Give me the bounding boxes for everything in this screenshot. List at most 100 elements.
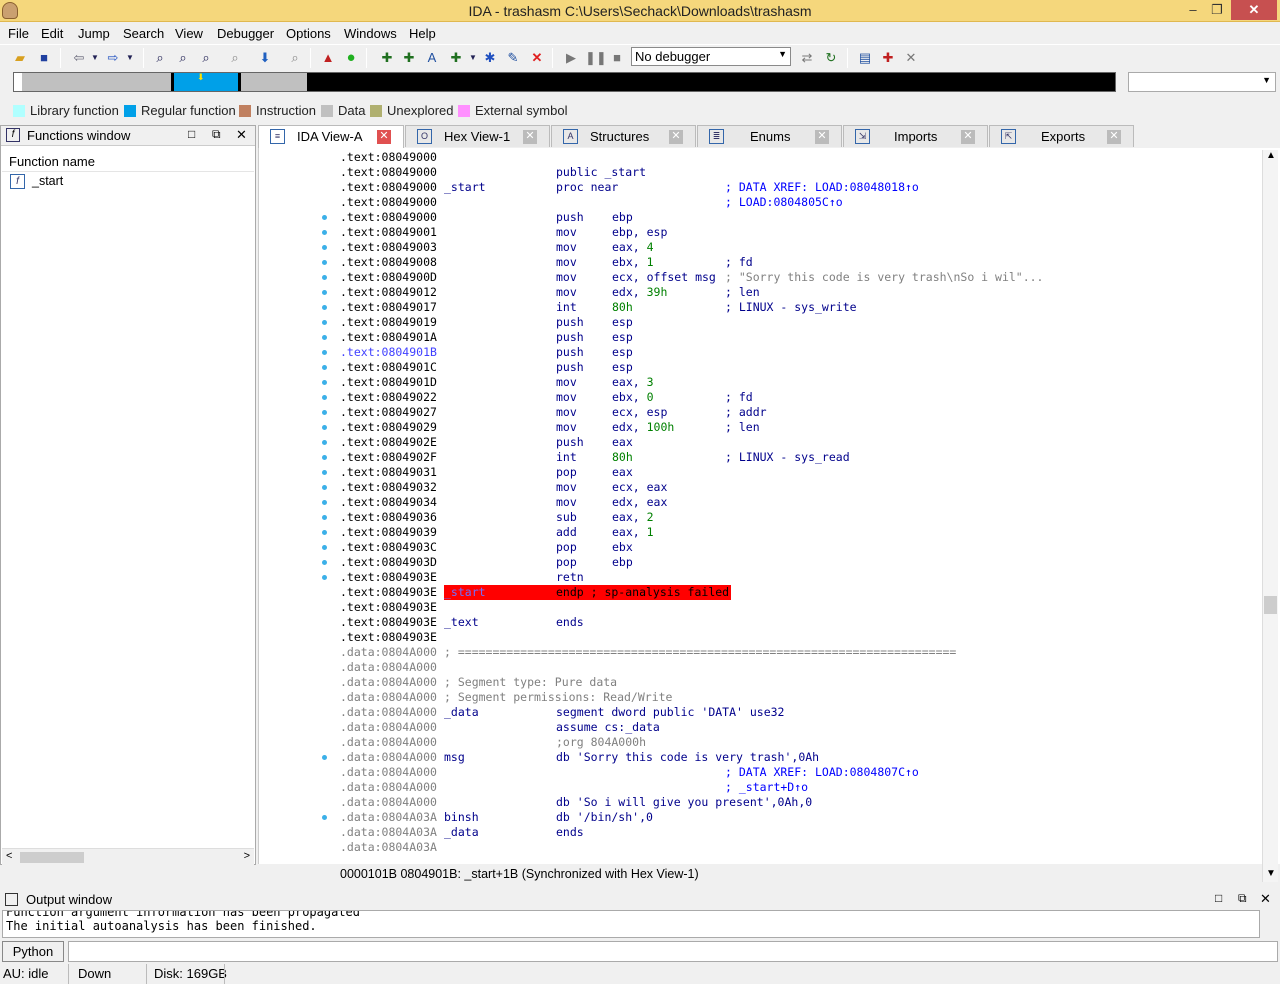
struct-dropdown-icon[interactable]: ▼ [464,49,482,67]
code-line[interactable]: .text:0804903D pop ebp [340,555,1260,570]
menu-edit[interactable]: Edit [41,26,63,41]
restore-icon[interactable]: □ [188,127,195,141]
function-name-column-header[interactable]: Function name [2,152,254,172]
code-line[interactable]: .text:0804903E _text ends [340,615,1260,630]
menu-file[interactable]: File [8,26,29,41]
open-icon[interactable]: ▰ [11,49,29,67]
code-line[interactable]: .data:0804A03A _data ends [340,825,1260,840]
code-line[interactable]: .text:08049032 mov ecx, eax [340,480,1260,495]
code-line[interactable]: .text:08049017 int 80h ; LINUX - sys_write [340,300,1260,315]
menu-windows[interactable]: Windows [344,26,397,41]
green-circle-icon[interactable]: ● [342,49,360,67]
delete-breakpoint-icon[interactable]: ✕ [902,49,920,67]
search-text-icon[interactable]: ⌕ [174,49,192,67]
code-line[interactable]: .text:0804901B push esp [340,345,1260,360]
scroll-thumb[interactable] [20,852,84,863]
code-line[interactable]: .text:08049000 _start proc near ; DATA XREF… [340,180,1260,195]
tab-hex-view-1[interactable]: O Hex View-1 ✕ [405,125,550,147]
code-line[interactable]: .text:08049012 mov edx, 39h ; len [340,285,1260,300]
code-line[interactable]: .text:08049000 [340,150,1260,165]
code-line[interactable]: .text:08049034 mov edx, eax [340,495,1260,510]
code-line[interactable]: .text:08049001 mov ebp, esp [340,225,1260,240]
tab-exports[interactable]: ⇱ Exports ✕ [989,125,1134,147]
code-line[interactable]: .data:0804A000 ;org 804A000h [340,735,1260,750]
attach-icon[interactable]: ⇄ [798,49,816,67]
code-line[interactable]: .text:08049019 push esp [340,315,1260,330]
search-immediate-icon[interactable]: ⌕ [197,49,215,67]
code-line[interactable]: .text:08049036 sub eax, 2 [340,510,1260,525]
close-tab-icon[interactable]: ✕ [1107,130,1121,144]
tab-imports[interactable]: ⇲ Imports ✕ [843,125,988,147]
create-function-icon[interactable]: ✚ [378,49,396,67]
back-dropdown-icon[interactable]: ▼ [86,49,104,67]
save-icon[interactable]: ■ [35,49,53,67]
tab-structures[interactable]: A Structures ✕ [551,125,696,147]
function-list-item[interactable]: f _start [2,173,254,191]
code-line[interactable]: .text:0804900D mov ecx, offset msg ; "Sorry… [340,270,1260,285]
code-line[interactable]: .text:0804901A push esp [340,330,1260,345]
step-icon[interactable]: ↻ [822,49,840,67]
menu-help[interactable]: Help [409,26,436,41]
code-line[interactable]: .text:08049000 ; LOAD:0804805C↑o [340,195,1260,210]
run-icon[interactable]: ▶ [562,49,580,67]
menu-search[interactable]: Search [123,26,164,41]
close-icon[interactable]: ✕ [1260,891,1271,907]
forward-dropdown-icon[interactable]: ▼ [121,49,139,67]
tab-ida-view-a[interactable]: ≡ IDA View-A ✕ [258,125,404,149]
code-line[interactable]: .text:0804903E [340,600,1260,615]
code-line[interactable]: .text:08049022 mov ebx, 0 ; fd [340,390,1260,405]
disassembly-vscrollbar[interactable]: ▲ ▼ [1262,150,1278,882]
code-line[interactable]: .text:0804903C pop ebx [340,540,1260,555]
code-line[interactable]: .text:08049031 pop eax [340,465,1260,480]
search-binary-icon[interactable]: ⌕ [151,49,169,67]
code-line[interactable]: .text:08049008 mov ebx, 1 ; fd [340,255,1260,270]
close-button[interactable]: ✕ [1231,0,1277,20]
code-line[interactable]: .data:0804A000 ; ========================… [340,645,1260,660]
close-tab-icon[interactable]: ✕ [523,130,537,144]
enum-icon[interactable]: ✱ [481,49,499,67]
code-line[interactable]: .data:0804A000 ; DATA XREF: LOAD:0804807C… [340,765,1260,780]
find-icon[interactable]: ⌕ [286,49,304,67]
pause-icon[interactable]: ❚❚ [585,49,607,67]
add-breakpoint-icon[interactable]: ✚ [879,49,897,67]
navigation-band[interactable]: ⬇ [13,72,1116,92]
code-line[interactable]: .data:0804A000 [340,660,1260,675]
forward-icon[interactable]: ⇨ [104,49,122,67]
scroll-down-icon[interactable]: ▼ [1266,868,1276,879]
code-line[interactable]: .text:0804902F int 80h ; LINUX - sys_read [340,450,1260,465]
menu-jump[interactable]: Jump [78,26,110,41]
float-icon[interactable]: ⧉ [212,127,221,142]
code-line[interactable]: .text:0804901D mov eax, 3 [340,375,1260,390]
delete-icon[interactable]: ✕ [528,49,546,67]
close-icon[interactable]: ✕ [236,127,247,143]
code-line[interactable]: .text:0804902E push eax [340,435,1260,450]
scroll-right-icon[interactable]: > [244,850,250,862]
search-next-icon[interactable]: ⌕ [226,49,244,67]
code-line[interactable]: .text:0804903E _start endp ; sp-analysis f… [340,585,1260,600]
code-line[interactable]: .text:0804903E retn [340,570,1260,585]
maximize-button[interactable]: ❐ [1206,0,1228,20]
code-line[interactable]: .data:0804A03A binsh db '/bin/sh',0 [340,810,1260,825]
code-line[interactable]: .text:08049003 mov eax, 4 [340,240,1260,255]
edit-icon[interactable]: ✎ [504,49,522,67]
warning-icon[interactable]: ▲ [319,49,337,67]
close-tab-icon[interactable]: ✕ [961,130,975,144]
code-line[interactable]: .data:0804A000 ; Segment permissions: Rea… [340,690,1260,705]
code-line[interactable]: .text:0804901C push esp [340,360,1260,375]
code-line[interactable]: .data:0804A000 msg db 'Sorry this code is … [340,750,1260,765]
code-line[interactable]: .data:0804A000 _data segment dword public … [340,705,1260,720]
stop-icon[interactable]: ■ [608,49,626,67]
close-tab-icon[interactable]: ✕ [669,130,683,144]
command-input[interactable] [68,941,1278,962]
output-text[interactable]: Function argument information has been p… [2,910,1260,938]
menu-view[interactable]: View [175,26,203,41]
code-line[interactable]: .text:08049029 mov edx, 100h ; len [340,420,1260,435]
edit-function-icon[interactable]: ✚ [400,49,418,67]
code-line[interactable]: .text:08049000 public _start [340,165,1260,180]
code-line[interactable]: .data:0804A000 assume cs:_data [340,720,1260,735]
text-icon[interactable]: A [423,49,441,67]
close-tab-icon[interactable]: ✕ [815,130,829,144]
functions-hscrollbar[interactable]: < > [2,848,254,865]
breakpoints-icon[interactable]: ▤ [856,49,874,67]
scroll-left-icon[interactable]: < [6,850,12,862]
